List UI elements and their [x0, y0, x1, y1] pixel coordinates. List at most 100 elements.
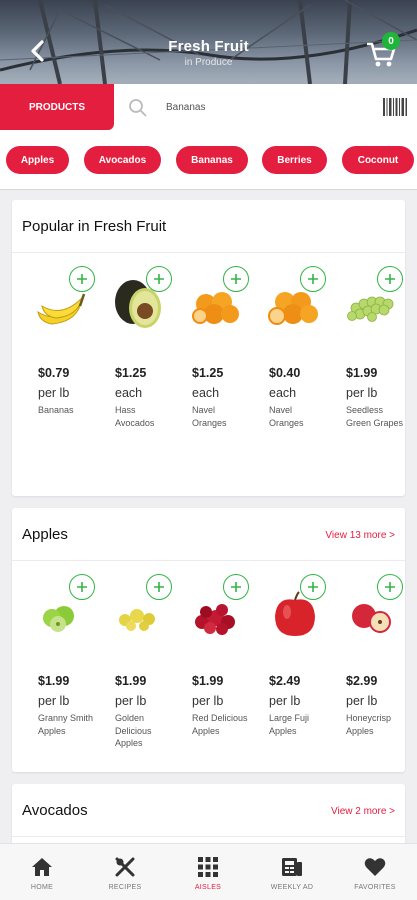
header: Fresh Fruit in Produce 0	[0, 0, 417, 84]
popular-section-card: Popular in Fresh Fruit $0.79 per lb Bana…	[12, 200, 405, 496]
chip-bananas[interactable]: Bananas	[176, 146, 248, 174]
plus-icon	[77, 582, 87, 592]
product-unit: per lb	[192, 694, 224, 708]
nav-favorites[interactable]: FAVORITES	[337, 844, 413, 900]
add-to-cart-button[interactable]	[377, 266, 403, 292]
product-tile[interactable]: $0.40 each Navel Oranges	[265, 266, 341, 446]
barcode-scan-icon[interactable]	[383, 98, 407, 116]
search-icon	[129, 99, 147, 117]
section-title: Popular in Fresh Fruit	[22, 218, 167, 235]
product-name: Large Fuji Apples	[269, 713, 310, 736]
product-price: $2.49	[269, 674, 301, 688]
add-to-cart-button[interactable]	[300, 266, 326, 292]
view-more-link[interactable]: View 13 more >	[325, 530, 395, 541]
product-price: $1.25	[115, 366, 147, 380]
product-price: $1.99	[346, 366, 378, 380]
product-unit: each	[269, 386, 297, 400]
add-to-cart-button[interactable]	[223, 266, 249, 292]
add-to-cart-button[interactable]	[69, 266, 95, 292]
add-to-cart-button[interactable]	[146, 574, 172, 600]
page-subtitle: in Produce	[184, 57, 233, 68]
plus-icon	[154, 582, 164, 592]
section-divider	[12, 836, 405, 837]
plus-icon	[308, 274, 318, 284]
product-name: Navel Oranges	[192, 405, 227, 428]
aisles-icon	[198, 857, 218, 877]
product-price: $2.99	[346, 674, 378, 688]
chip-coconut[interactable]: Coconut	[342, 146, 414, 174]
plus-icon	[154, 274, 164, 284]
bottom-navigation: HOME RECIPES AISLES WEEKLY AD FAVORITES	[0, 843, 417, 900]
chip-avocados[interactable]: Avocados	[84, 146, 161, 174]
nav-label: AISLES	[194, 884, 222, 891]
plus-icon	[77, 274, 87, 284]
category-chips: Apples Avocados Bananas Berries Coconut	[0, 130, 417, 190]
product-unit: per lb	[38, 386, 70, 400]
product-tile[interactable]: $1.99 per lb Seedless Green Grapes	[342, 266, 405, 446]
plus-icon	[231, 274, 241, 284]
plus-icon	[385, 274, 395, 284]
add-to-cart-button[interactable]	[69, 574, 95, 600]
product-price: $1.99	[115, 674, 147, 688]
product-name: Honeycrisp Apples	[346, 713, 392, 736]
product-price: $0.79	[38, 366, 70, 380]
section-title: Apples	[22, 526, 68, 543]
nav-label: HOME	[30, 884, 54, 891]
product-unit: per lb	[38, 694, 70, 708]
search-input[interactable]	[166, 97, 366, 117]
add-to-cart-button[interactable]	[377, 574, 403, 600]
add-to-cart-button[interactable]	[146, 266, 172, 292]
product-tile[interactable]: $2.99 per lb Honeycrisp Apples	[342, 574, 405, 754]
nav-recipes[interactable]: RECIPES	[87, 844, 163, 900]
product-name: Bananas	[38, 405, 74, 415]
product-name: Seedless Green Grapes	[346, 405, 404, 428]
product-name: Red Delicious Apples	[192, 713, 248, 736]
nav-label: RECIPES	[108, 884, 142, 891]
product-tile[interactable]: $1.25 each Hass Avocados	[111, 266, 187, 446]
product-unit: per lb	[115, 694, 147, 708]
product-unit: per lb	[269, 694, 301, 708]
nav-aisles[interactable]: AISLES	[170, 844, 246, 900]
product-price: $1.99	[192, 674, 224, 688]
product-name: Granny Smith Apples	[38, 713, 94, 736]
product-price: $1.25	[192, 366, 224, 380]
add-to-cart-button[interactable]	[223, 574, 249, 600]
cart-count-badge: 0	[382, 32, 400, 50]
nav-label: WEEKLY AD	[270, 884, 314, 891]
weekly-ad-icon	[282, 858, 302, 876]
product-price: $0.40	[269, 366, 301, 380]
search-bar: PRODUCTS	[0, 84, 417, 130]
product-unit: each	[192, 386, 220, 400]
home-icon	[32, 858, 52, 876]
product-unit: per lb	[346, 694, 378, 708]
section-divider	[12, 560, 405, 561]
product-tile[interactable]: $0.79 per lb Bananas	[34, 266, 110, 446]
plus-icon	[308, 582, 318, 592]
view-more-link[interactable]: View 2 more >	[331, 806, 395, 817]
product-unit: each	[115, 386, 143, 400]
product-tile[interactable]: $1.99 per lb Red Delicious Apples	[188, 574, 264, 754]
product-name: Hass Avocados	[115, 405, 155, 428]
app-screen: Fresh Fruit in Produce 0 PRODUCTS Apples	[0, 0, 417, 900]
product-tile[interactable]: $1.99 per lb Granny Smith Apples	[34, 574, 110, 754]
product-name: Navel Oranges	[269, 405, 304, 428]
page-title: Fresh Fruit	[168, 38, 249, 55]
product-name: Golden Delicious Apples	[115, 713, 152, 748]
plus-icon	[231, 582, 241, 592]
product-unit: per lb	[346, 386, 378, 400]
section-title: Avocados	[22, 802, 88, 819]
heart-icon	[364, 858, 386, 876]
section-divider	[12, 252, 405, 253]
chip-apples[interactable]: Apples	[6, 146, 69, 174]
product-tile[interactable]: $1.99 per lb Golden Delicious Apples	[111, 574, 187, 754]
products-button[interactable]: PRODUCTS	[0, 84, 114, 130]
product-price: $1.99	[38, 674, 70, 688]
product-tile[interactable]: $2.49 per lb Large Fuji Apples	[265, 574, 341, 754]
chip-berries[interactable]: Berries	[262, 146, 327, 174]
nav-home[interactable]: HOME	[4, 844, 80, 900]
nav-weekly-ad[interactable]: WEEKLY AD	[254, 844, 330, 900]
add-to-cart-button[interactable]	[300, 574, 326, 600]
recipes-icon	[115, 857, 135, 877]
apples-section-card: Apples View 13 more > $1.99 per lb Grann…	[12, 508, 405, 772]
product-tile[interactable]: $1.25 each Navel Oranges	[188, 266, 264, 446]
